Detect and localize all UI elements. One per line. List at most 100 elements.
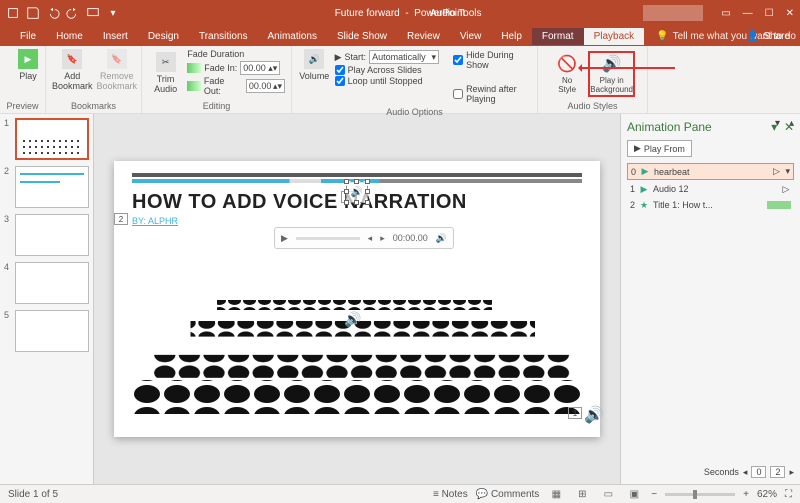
audio-icon-bottom-right[interactable]: 🔊 bbox=[584, 405, 604, 425]
fit-to-window-icon[interactable]: ⛶ bbox=[785, 489, 792, 500]
item-menu-icon[interactable]: ▾ bbox=[785, 166, 790, 177]
fade-duration-label: Fade Duration bbox=[187, 49, 285, 59]
anim-pane-close-icon[interactable]: ✕ bbox=[784, 120, 794, 134]
star-icon: ★ bbox=[639, 200, 649, 210]
user-account[interactable] bbox=[643, 5, 703, 21]
start-from-beginning-icon[interactable] bbox=[86, 6, 100, 20]
slide-canvas: 2 0 🔊 ▶ ◂ ▸ 00:00.00 🔊 HOW TO ADD VOICE … bbox=[94, 114, 620, 484]
player-play-icon[interactable]: ▶ bbox=[281, 233, 288, 244]
audio-icon-center[interactable]: 🔊 bbox=[344, 311, 361, 328]
normal-view-icon[interactable]: ▦ bbox=[547, 487, 565, 501]
zoom-level[interactable]: 62% bbox=[757, 489, 777, 500]
tab-file[interactable]: File bbox=[10, 28, 46, 45]
qat-more-icon[interactable]: ▾ bbox=[106, 6, 120, 20]
remove-bookmark-button: 🔖Remove Bookmark bbox=[97, 49, 138, 91]
play-from-icon: ▶ bbox=[634, 143, 641, 154]
tab-transitions[interactable]: Transitions bbox=[189, 28, 258, 45]
fade-in-input[interactable]: 00.00▴▾ bbox=[240, 61, 280, 75]
minimize-icon[interactable]: — bbox=[743, 8, 753, 19]
bookmark-add-icon: 🔖 bbox=[62, 49, 82, 69]
hide-show-check[interactable] bbox=[453, 55, 463, 65]
audio-player[interactable]: ▶ ◂ ▸ 00:00.00 🔊 bbox=[274, 227, 454, 249]
preview-group-label: Preview bbox=[6, 101, 39, 111]
redo-icon[interactable] bbox=[66, 6, 80, 20]
zoom-slider[interactable] bbox=[665, 493, 735, 496]
loop-check[interactable] bbox=[335, 76, 345, 86]
media-icon: ▷ bbox=[771, 167, 781, 177]
thumb-3[interactable]: 3 bbox=[4, 214, 89, 256]
thumb-2[interactable]: 2 bbox=[4, 166, 89, 208]
share-icon: 👤 bbox=[747, 31, 759, 42]
slide-counter: Slide 1 of 5 bbox=[8, 489, 58, 500]
player-volume-icon[interactable]: 🔊 bbox=[436, 233, 447, 244]
anim-pane-dropdown-icon[interactable]: ▾ bbox=[771, 120, 777, 134]
lightbulb-icon: 💡 bbox=[656, 31, 668, 42]
slideshow-view-icon[interactable]: ▣ bbox=[625, 487, 643, 501]
tab-view[interactable]: View bbox=[450, 28, 492, 45]
tab-insert[interactable]: Insert bbox=[93, 28, 138, 45]
player-next-icon[interactable]: ▸ bbox=[380, 233, 385, 244]
fade-out-input[interactable]: 00.00▴▾ bbox=[246, 79, 285, 93]
ribbon: ▶ Play Preview 🔖Add Bookmark 🔖Remove Boo… bbox=[0, 46, 800, 114]
tab-home[interactable]: Home bbox=[46, 28, 93, 45]
thumb-5[interactable]: 5 bbox=[4, 310, 89, 352]
play-button[interactable]: ▶ Play bbox=[6, 49, 50, 81]
callout-arrow bbox=[580, 67, 675, 69]
tab-playback[interactable]: Playback bbox=[584, 28, 645, 45]
volume-button[interactable]: 🔊Volume bbox=[298, 49, 331, 81]
bookmarks-group-label: Bookmarks bbox=[52, 101, 135, 111]
title-bar: ▾ Future forward - PowerPoint Audio Tool… bbox=[0, 0, 800, 26]
anim-item-0[interactable]: 0▶ hearbeat▷ ▾ bbox=[627, 163, 794, 180]
contextual-tab-label: Audio Tools bbox=[420, 0, 492, 26]
play-across-check[interactable] bbox=[335, 65, 345, 75]
trim-icon: ✂ bbox=[156, 52, 176, 72]
ribbon-options-icon[interactable]: ▭ bbox=[721, 8, 730, 19]
tab-design[interactable]: Design bbox=[138, 28, 189, 45]
play-in-background-button[interactable]: 🔊Play in Background bbox=[588, 51, 635, 97]
notes-button[interactable]: ≡ Notes bbox=[433, 489, 468, 500]
comments-button[interactable]: 💬 Comments bbox=[476, 489, 540, 500]
reading-view-icon[interactable]: ▭ bbox=[599, 487, 617, 501]
play-trigger-icon: ▶ bbox=[640, 167, 650, 177]
workspace: 1 2 3 4 5 2 0 🔊 ▶ ◂ ▸ 00:00.00 bbox=[0, 114, 800, 484]
seconds-next-icon[interactable]: ▸ bbox=[789, 467, 794, 478]
audio-object[interactable]: 🔊 bbox=[346, 181, 368, 203]
undo-icon[interactable] bbox=[46, 6, 60, 20]
slide-anim-marker-2: 2 bbox=[114, 213, 128, 225]
player-time: 00:00.00 bbox=[393, 233, 428, 243]
fade-in-icon bbox=[187, 63, 201, 73]
maximize-icon[interactable]: ☐ bbox=[765, 8, 774, 19]
seconds-prev-icon[interactable]: ◂ bbox=[743, 467, 748, 478]
share-button[interactable]: 👤Share bbox=[747, 31, 790, 42]
rewind-check[interactable] bbox=[453, 89, 463, 99]
status-bar: Slide 1 of 5 ≡ Notes 💬 Comments ▦ ⊞ ▭ ▣ … bbox=[0, 484, 800, 503]
player-prev-icon[interactable]: ◂ bbox=[368, 233, 373, 244]
fade-out-icon bbox=[187, 81, 201, 91]
no-style-button[interactable]: 🚫No Style bbox=[550, 51, 584, 97]
trim-audio-button[interactable]: ✂Trim Audio bbox=[148, 49, 183, 97]
speaker-icon: 🔊 bbox=[602, 54, 622, 74]
play-from-button[interactable]: ▶Play From bbox=[627, 140, 692, 157]
animation-pane: Animation Pane ▾ ✕ ▶Play From ▴ ▾ 0▶ hea… bbox=[620, 114, 800, 484]
start-select[interactable]: Automatically▾ bbox=[369, 50, 439, 64]
anim-pane-title: Animation Pane bbox=[627, 120, 712, 134]
sorter-view-icon[interactable]: ⊞ bbox=[573, 487, 591, 501]
zoom-out-icon[interactable]: − bbox=[651, 489, 657, 500]
zoom-in-icon[interactable]: + bbox=[743, 489, 749, 500]
save-icon[interactable] bbox=[26, 6, 40, 20]
audio-styles-group-label: Audio Styles bbox=[544, 101, 641, 111]
bookmark-remove-icon: 🔖 bbox=[107, 49, 127, 69]
tab-animations[interactable]: Animations bbox=[258, 28, 327, 45]
anim-item-2[interactable]: 2★ Title 1: How t... bbox=[627, 198, 794, 212]
tab-slideshow[interactable]: Slide Show bbox=[327, 28, 397, 45]
thumb-1[interactable]: 1 bbox=[4, 118, 89, 160]
add-bookmark-button[interactable]: 🔖Add Bookmark bbox=[52, 49, 93, 91]
autosave-icon[interactable] bbox=[6, 6, 20, 20]
tab-format[interactable]: Format bbox=[532, 28, 584, 45]
tab-review[interactable]: Review bbox=[397, 28, 450, 45]
close-icon[interactable]: ✕ bbox=[786, 8, 794, 19]
speaker-object-icon: 🔊 bbox=[351, 187, 363, 198]
thumb-4[interactable]: 4 bbox=[4, 262, 89, 304]
anim-item-1[interactable]: 1▶ Audio 12▷ bbox=[627, 182, 794, 196]
tab-help[interactable]: Help bbox=[491, 28, 532, 45]
